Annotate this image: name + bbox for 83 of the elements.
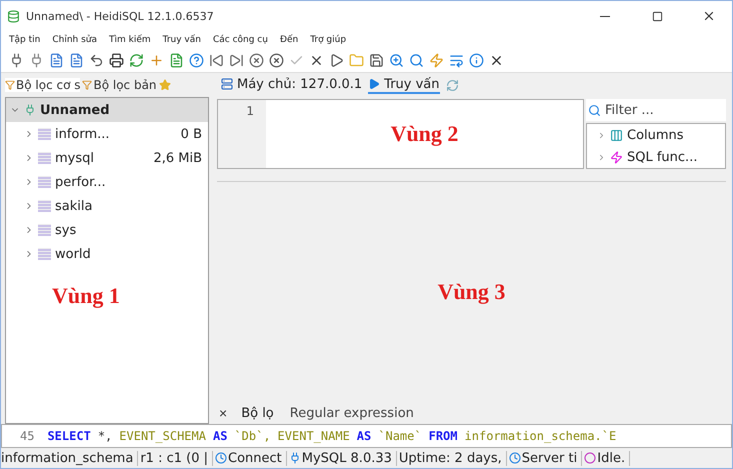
search-icon [588,104,601,116]
printer-icon[interactable] [109,52,124,68]
database-icon [38,224,51,236]
play-icon [368,78,380,90]
skip-forward-icon[interactable] [229,52,244,68]
menu-item[interactable]: Chỉnh sửa [52,34,97,44]
document-icon[interactable] [169,52,184,68]
helper-item[interactable]: Columns [587,124,725,146]
window-title: Unnamed\ - HeidiSQL 12.1.0.6537 [26,10,215,22]
tree-item[interactable]: sys [6,218,208,242]
helper-item[interactable]: SQL func... [587,146,725,168]
status-text: r1 : c1 (0 | [140,450,208,466]
copy-icon[interactable] [49,52,64,68]
tab[interactable]: Truy vấn [368,76,440,94]
menu-item[interactable]: Đến [280,34,298,44]
plug-icon [288,452,301,464]
search-icon[interactable] [409,52,424,68]
status-text: MySQL 8.0.33 [302,450,392,466]
refresh-icon[interactable] [129,52,144,68]
plug-icon [24,104,36,116]
info-icon[interactable] [469,52,484,68]
region-label: Vùng 3 [438,279,506,305]
filter-input[interactable]: Filter ... [603,102,717,118]
cancel-icon[interactable] [269,52,284,68]
sql-log: 45 SELECT *, EVENT_SCHEMA AS `Db`, EVENT_NAME AS `Name` FROM information_schema.`E [1,424,732,448]
menu-item[interactable]: Các công cụ [212,34,268,44]
stop-icon[interactable] [249,52,264,68]
filter-icon [82,80,92,90]
plug-icon[interactable] [29,52,44,68]
menu-item[interactable]: Tập tin [9,34,40,44]
close-button[interactable]: × [219,405,228,421]
filter-tab[interactable]: Bộ lọc cơ s [5,78,80,92]
maximize-icon [652,10,662,22]
wrap-icon[interactable] [449,52,464,68]
zap-icon[interactable] [429,52,444,68]
play-icon[interactable] [329,52,344,68]
skip-back-icon[interactable] [209,52,224,68]
region-label: Vùng 2 [390,121,458,147]
undo-icon[interactable] [89,52,104,68]
star-icon[interactable] [158,79,171,91]
tab[interactable]: Máy chủ: 127.0.0.1 [221,76,362,94]
tree-item[interactable]: mysql 2,6 MiB [6,146,208,170]
status-text: Uptime: 2 days, [398,450,502,466]
app-icon [7,10,20,22]
columns-icon [610,128,623,142]
tree-item[interactable]: Unnamed [6,98,208,122]
database-icon [38,200,51,212]
circle-icon [584,452,596,464]
save-icon[interactable] [369,52,384,68]
database-icon [38,152,51,164]
menu-item[interactable]: Trợ giúp [310,34,346,44]
status-text: Idle. [597,450,626,466]
menu-item[interactable]: Tìm kiếm [109,34,151,44]
tree-item[interactable]: sakila [6,194,208,218]
tree-item[interactable]: perfor... [6,170,208,194]
database-icon [38,248,51,260]
filter-tab[interactable]: Bộ lọc bản [82,78,157,92]
connect-icon[interactable] [9,52,24,68]
tree-item[interactable]: inform... 0 B [6,122,208,146]
close-icon [702,9,716,23]
status-text: information_schema [1,450,134,466]
zoom-icon[interactable] [389,52,404,68]
status-text: Connect [228,450,282,466]
status-text: Server ti [522,450,578,466]
tree-item[interactable]: world [6,242,208,266]
sql-editor[interactable]: 1 Vùng 2 [217,99,584,169]
region-label: Vùng 1 [52,283,120,309]
clock-icon [215,452,227,464]
server-icon [221,78,233,90]
clock-icon [508,452,521,464]
document-icon[interactable] [69,52,84,68]
refresh-icon[interactable] [446,78,459,92]
line-number: 1 [246,104,254,120]
database-icon [38,128,51,140]
menu-item[interactable]: Truy vấn [162,34,201,44]
filter-label: Bộ lọ [241,406,274,420]
regex-field[interactable]: Regular expression [288,404,472,422]
lightning-icon [610,150,623,164]
add-icon[interactable] [149,52,164,68]
filter-icon [5,80,15,90]
database-icon [38,176,51,188]
filter-field[interactable]: Filter ... [586,99,726,121]
help-icon[interactable] [189,52,204,68]
